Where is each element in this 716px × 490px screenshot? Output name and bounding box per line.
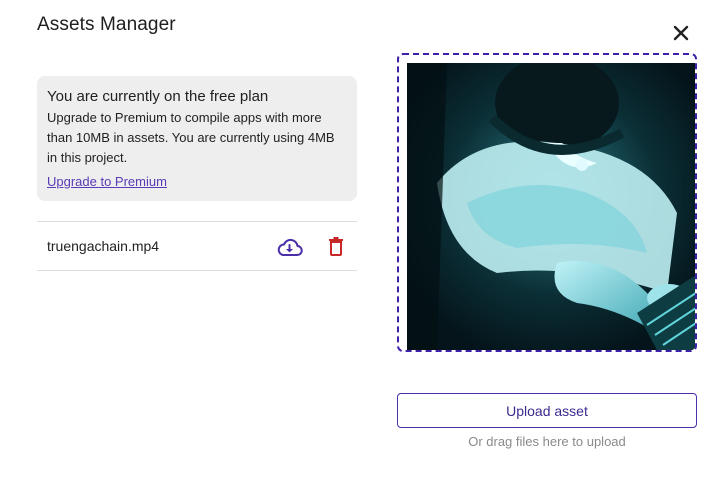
plan-heading: You are currently on the free plan: [47, 88, 269, 105]
close-button[interactable]: [668, 20, 694, 46]
trash-icon: [329, 237, 343, 256]
cloud-download-icon: [277, 238, 303, 256]
asset-filename: truengachain.mp4: [47, 238, 160, 254]
asset-preview-dropzone[interactable]: [397, 53, 697, 352]
dialog-title: Assets Manager: [37, 14, 176, 35]
download-asset-button[interactable]: [276, 236, 303, 258]
assets-manager-dialog: Assets Manager You are currently on the …: [0, 0, 716, 490]
close-icon: [673, 25, 689, 41]
free-plan-notice: You are currently on the free plan Upgra…: [37, 76, 357, 201]
asset-row[interactable]: truengachain.mp4: [37, 221, 357, 271]
drag-drop-hint: Or drag files here to upload: [468, 434, 626, 449]
plan-message: Upgrade to Premium to compile apps with …: [47, 110, 335, 165]
upload-asset-button[interactable]: Upload asset: [397, 393, 697, 428]
upgrade-link[interactable]: Upgrade to Premium: [47, 173, 167, 191]
delete-asset-button[interactable]: [328, 236, 344, 256]
video-thumbnail: [407, 63, 695, 350]
